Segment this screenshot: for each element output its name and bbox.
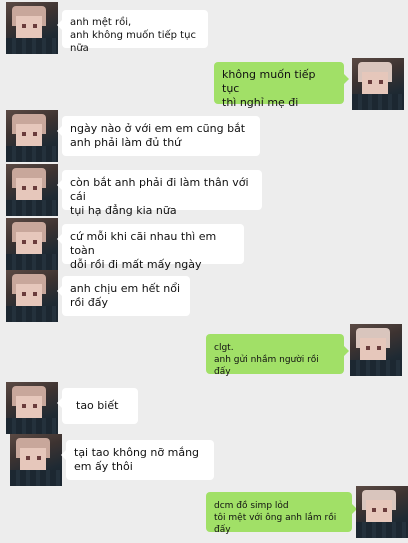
user-avatar[interactable] bbox=[352, 58, 404, 110]
message-bubble-outgoing[interactable]: không muốn tiếp tục thì nghỉ mẹ đi bbox=[214, 62, 349, 109]
message-bubble-incoming[interactable]: cứ mỗi khi cãi nhau thì em toàn dỗi rồi … bbox=[57, 224, 244, 271]
message-bubble-incoming[interactable]: tại tao không nỡ mắng em ấy thôi bbox=[61, 440, 214, 480]
contact-avatar[interactable] bbox=[10, 434, 62, 486]
contact-avatar[interactable] bbox=[6, 218, 58, 270]
contact-avatar[interactable] bbox=[6, 110, 58, 162]
contact-avatar[interactable] bbox=[6, 2, 58, 54]
contact-avatar[interactable] bbox=[6, 164, 58, 216]
contact-avatar[interactable] bbox=[6, 382, 58, 434]
message-bubble-incoming[interactable]: còn bắt anh phải đi làm thân với cái tụi… bbox=[57, 170, 262, 217]
user-avatar[interactable] bbox=[356, 486, 408, 538]
contact-avatar[interactable] bbox=[6, 270, 58, 322]
message-bubble-incoming[interactable]: anh chịu em hết nổi rồi đấy bbox=[57, 276, 190, 316]
user-avatar[interactable] bbox=[350, 324, 402, 376]
message-bubble-outgoing[interactable]: clgt. anh gửi nhầm người rồi đấy bbox=[206, 334, 349, 377]
message-bubble-outgoing[interactable]: dcm đồ simp lỏd tôi mệt với ông anh lắm … bbox=[206, 492, 357, 535]
message-bubble-incoming[interactable]: ngày nào ở với em em cũng bắt anh phải l… bbox=[57, 116, 260, 156]
message-bubble-incoming[interactable]: tao biết bbox=[57, 388, 138, 424]
message-bubble-incoming[interactable]: anh mệt rồi, anh không muốn tiếp tục nữa bbox=[57, 10, 208, 54]
